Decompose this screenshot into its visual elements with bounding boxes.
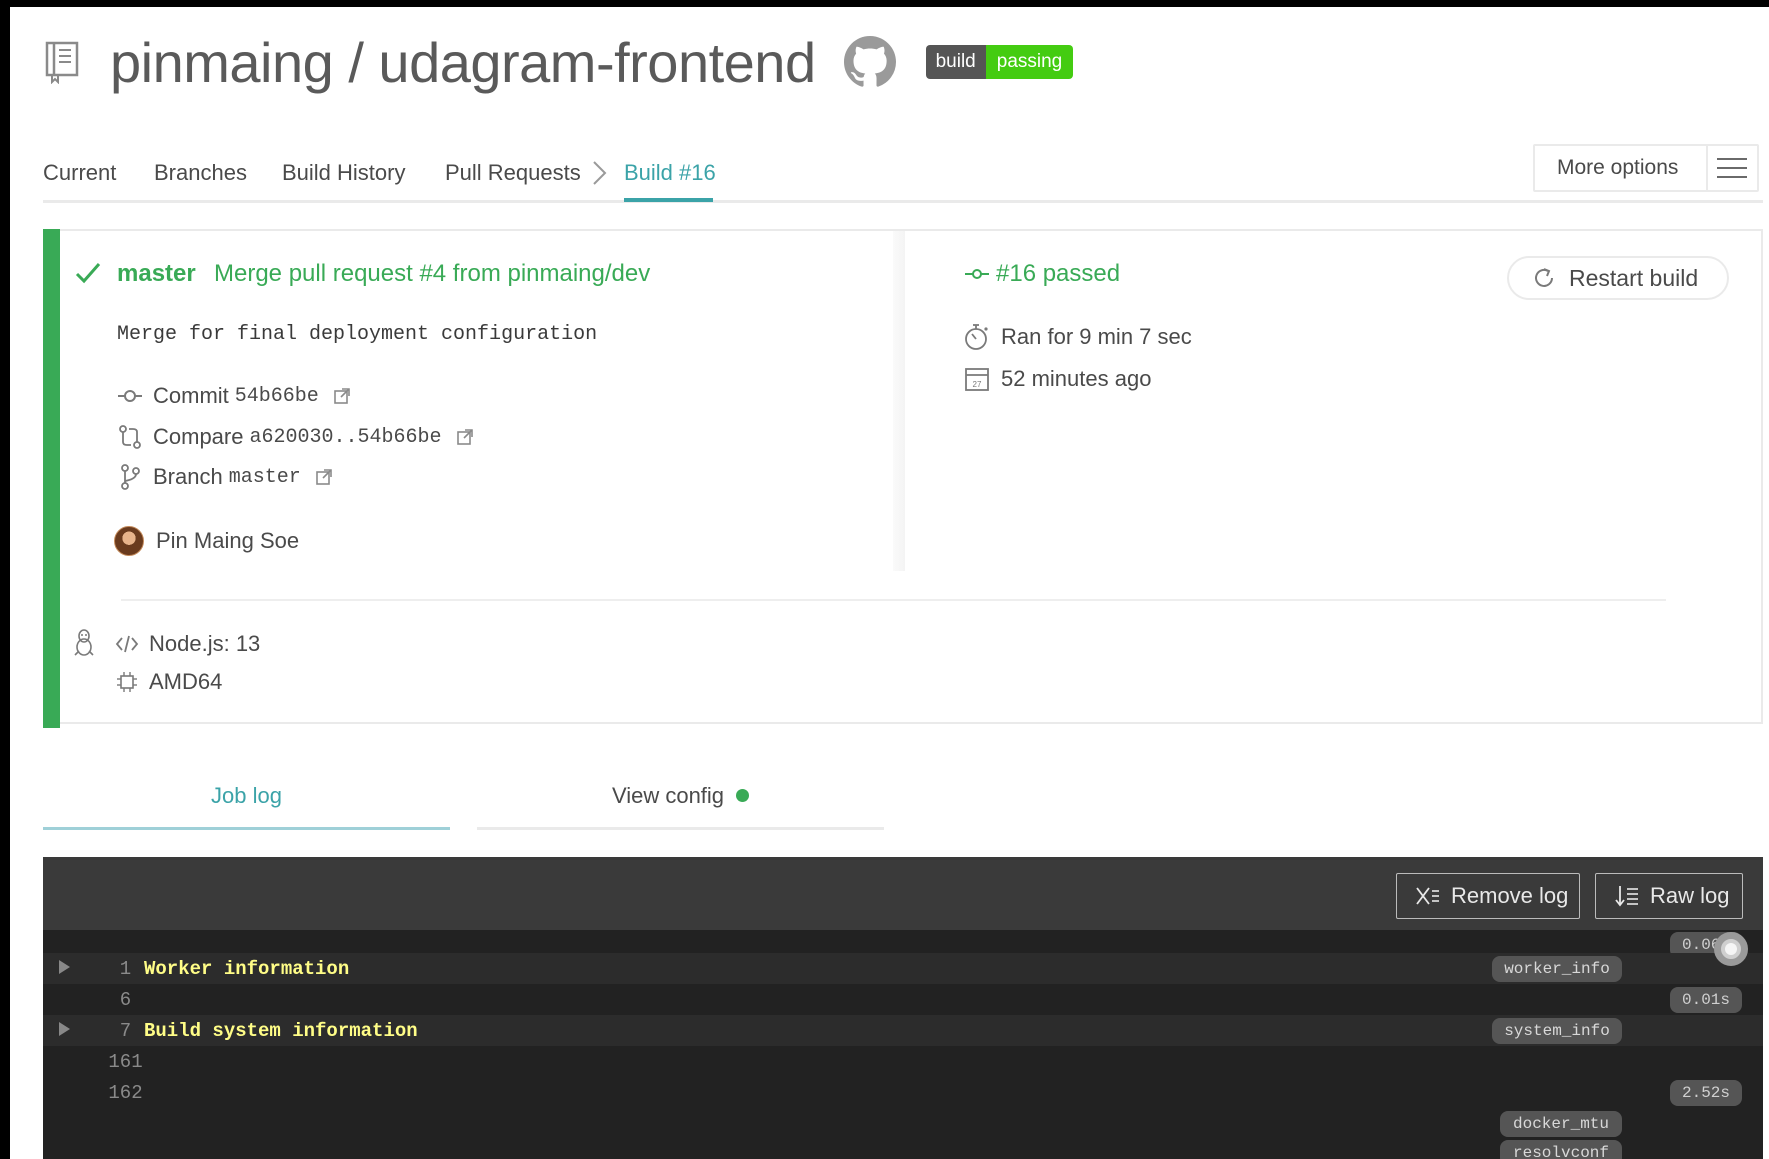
- compare-label: Compare: [153, 424, 244, 449]
- external-link-icon[interactable]: [315, 468, 333, 486]
- calendar-day: 27: [973, 380, 982, 389]
- code-icon: [115, 635, 139, 653]
- compare-row[interactable]: Compare a620030..54b66be: [117, 424, 474, 450]
- tab-view-config[interactable]: View config: [477, 770, 884, 830]
- finished-text: 52 minutes ago: [1001, 366, 1152, 391]
- repository-icon: [45, 41, 79, 84]
- tab-pull-requests[interactable]: Pull Requests: [445, 160, 581, 186]
- column-divider: [893, 231, 905, 571]
- fold-arrow-icon[interactable]: [59, 1022, 70, 1036]
- branch-row[interactable]: Branch master: [117, 464, 333, 490]
- duration-text: Ran for 9 min 7 sec: [1001, 324, 1192, 349]
- log-tabs: Job log View config: [43, 770, 885, 830]
- log-line-number[interactable]: 162: [83, 1082, 168, 1104]
- commit-row[interactable]: Commit 54b66be: [117, 383, 351, 409]
- log-fold-tag: resolvconf: [1500, 1140, 1622, 1159]
- repo-title[interactable]: pinmaing / udagram-frontend: [110, 30, 816, 95]
- branch-value[interactable]: master: [229, 466, 301, 489]
- log-line-text: Worker information: [144, 958, 350, 980]
- tab-current[interactable]: Current: [43, 160, 116, 186]
- remove-log-label: Remove log: [1451, 883, 1569, 908]
- log-time-badge: 0.01s: [1670, 987, 1742, 1013]
- hamburger-icon: [1705, 146, 1757, 190]
- tab-job-log[interactable]: Job log: [43, 770, 450, 830]
- arch-row: AMD64: [115, 669, 222, 695]
- build-status-text: #16 passed: [996, 260, 1121, 287]
- log-line[interactable]: 6: [43, 984, 1763, 1015]
- remove-log-button[interactable]: Remove log: [1396, 873, 1580, 919]
- build-status-badge[interactable]: build passing: [925, 45, 1074, 79]
- author-avatar: [114, 526, 144, 556]
- arch-text: AMD64: [149, 669, 223, 694]
- github-icon[interactable]: [843, 36, 896, 88]
- remove-log-icon: [1416, 887, 1439, 905]
- more-options-button[interactable]: More options: [1533, 144, 1759, 192]
- fold-arrow-icon[interactable]: [59, 960, 70, 974]
- repo-nav: Current Branches Build History Pull Requ…: [43, 144, 1763, 203]
- config-status-dot: [736, 789, 750, 802]
- cpu-icon: [117, 672, 137, 692]
- external-link-icon[interactable]: [456, 428, 474, 446]
- log-fold-tag: docker_mtu: [1500, 1111, 1622, 1137]
- author-name: Pin Maing Soe: [156, 528, 300, 553]
- log-time-badge: 2.52s: [1670, 1080, 1742, 1106]
- external-link-icon[interactable]: [333, 387, 351, 405]
- compare-range[interactable]: a620030..54b66be: [249, 426, 441, 449]
- log-line[interactable]: 7 Build system information system_info: [43, 1015, 1763, 1046]
- chevron-right-icon: [593, 161, 607, 185]
- commit-sha[interactable]: 54b66be: [235, 385, 319, 408]
- duration-row: Ran for 9 min 7 sec: [963, 323, 1192, 351]
- badge-label: build: [925, 45, 986, 79]
- author: Pin Maing Soe: [114, 526, 299, 556]
- log-fold-tag: worker_info: [1492, 956, 1622, 982]
- log-line-number[interactable]: 6: [83, 989, 168, 1011]
- more-options-label: More options: [1557, 156, 1679, 179]
- branch-label: Branch: [153, 464, 223, 489]
- tab-build-history[interactable]: Build History: [282, 160, 405, 186]
- job-log: Remove log Raw log 0.06s 1 Worker inform…: [43, 857, 1763, 1159]
- log-toolbar: Remove log Raw log: [43, 857, 1763, 930]
- log-line[interactable]: 1 Worker information worker_info: [43, 953, 1763, 984]
- scroll-indicator[interactable]: [1714, 932, 1748, 966]
- active-tab-underline: [624, 198, 713, 202]
- commit-icon: [118, 390, 142, 402]
- restart-build-button[interactable]: Restart build: [1507, 256, 1729, 300]
- branch-icon: [121, 464, 140, 490]
- check-icon: [75, 263, 101, 284]
- raw-log-button[interactable]: Raw log: [1595, 873, 1743, 919]
- branch-name[interactable]: master: [117, 260, 196, 288]
- repo-header: pinmaing / udagram-frontend build passin…: [44, 22, 1074, 102]
- build-status[interactable]: #16 passed: [964, 260, 1120, 288]
- tab-build-16[interactable]: Build #16: [624, 160, 716, 186]
- badge-value: passing: [985, 45, 1074, 79]
- raw-log-label: Raw log: [1650, 883, 1730, 908]
- linux-icon: [74, 629, 94, 656]
- tab-view-config-label: View config: [611, 783, 725, 808]
- restart-build-label: Restart build: [1569, 264, 1699, 291]
- language-text: Node.js: 13: [149, 631, 261, 656]
- log-line-number[interactable]: 161: [83, 1051, 168, 1073]
- tab-job-log-label: Job log: [211, 783, 282, 808]
- tab-branches[interactable]: Branches: [154, 160, 247, 186]
- stopwatch-icon: [965, 324, 988, 350]
- finished-row: 27 52 minutes ago: [963, 365, 1151, 393]
- compare-icon: [119, 425, 141, 449]
- log-line[interactable]: 162: [43, 1077, 1763, 1108]
- status-bar: [43, 229, 60, 728]
- log-line-text: Build system information: [144, 1020, 418, 1042]
- commit-title[interactable]: Merge pull request #4 from pinmaing/dev: [214, 260, 650, 288]
- commit-message: Merge for final deployment configuration: [117, 323, 598, 346]
- commit-icon: [965, 269, 989, 279]
- build-summary-card: master Merge pull request #4 from pinmai…: [43, 229, 1763, 728]
- raw-log-icon: [1615, 886, 1638, 907]
- restart-icon: [1535, 268, 1553, 287]
- calendar-icon: 27: [965, 368, 989, 391]
- commit-label: Commit: [153, 383, 229, 408]
- language-row: Node.js: 13: [115, 631, 260, 657]
- log-fold-tag: system_info: [1492, 1018, 1622, 1044]
- log-line[interactable]: 161: [43, 1046, 1763, 1077]
- section-divider: [121, 599, 1666, 601]
